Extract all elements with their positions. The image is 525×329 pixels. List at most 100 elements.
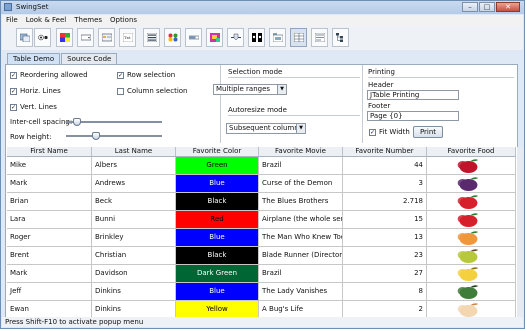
maximize-button[interactable]: □ [479,2,495,12]
text-demo-button[interactable] [311,28,328,47]
vert-lines-checkbox[interactable]: ✓ Vert. Lines [10,103,57,111]
column-header[interactable]: Favorite Color [176,147,259,156]
header-field[interactable]: JTable Printing [367,90,459,100]
favorite-food-cell[interactable] [427,229,516,246]
fit-width-checkbox[interactable]: ✓ Fit Width [369,128,410,136]
cell-color[interactable]: Blue [176,175,259,192]
table-row[interactable]: LaraBunniRedAirplane (the whole series)1… [7,211,516,229]
cell-last[interactable]: Bunni [92,211,176,228]
table-row[interactable]: Brian Beck Black The Blues Brothers 2.718 [7,193,516,211]
cell-last[interactable]: Dinkins [92,301,176,318]
reordering-checkbox[interactable]: ✓ Reordering allowed [10,71,88,79]
row-height-thumb[interactable] [92,132,100,140]
selection-mode-combo[interactable]: Multiple ranges ▼ [213,84,287,95]
cell-movie[interactable]: Blade Runner (Director's ... [259,247,343,264]
cell-first[interactable]: Jeff [7,283,92,300]
list-demo-button[interactable] [143,28,160,47]
cell-movie[interactable]: Brazil [259,265,343,282]
tabbed-pane-demo-button[interactable] [269,28,286,47]
cell-first[interactable]: Mark [7,175,92,192]
menu-themes[interactable]: Themes [70,15,106,26]
footer-field[interactable]: Page {0} [367,111,459,121]
cell-movie[interactable]: A Bug's Life [259,301,343,318]
table-scrollbar[interactable] [517,147,523,322]
table-row[interactable]: Brent Christian Black Blade Runner (Directo… [7,247,516,265]
cell-number[interactable]: 44 [343,157,427,174]
cell-number[interactable]: 2.718 [343,193,427,210]
color-chooser-demo-button[interactable] [56,28,73,47]
close-button[interactable]: ✕ [496,2,520,12]
cell-last[interactable]: Andrews [92,175,176,192]
cell-last[interactable]: Davidson [92,265,176,282]
cell-color[interactable]: Black [176,193,259,210]
horiz-lines-checkbox[interactable]: ✓ Horiz. Lines [10,87,61,95]
progress-bar-demo-button[interactable] [185,28,202,47]
favorite-food-cell[interactable] [427,157,516,174]
cell-number[interactable]: 15 [343,211,427,228]
cell-movie[interactable]: Brazil [259,157,343,174]
column-header[interactable]: Last Name [92,147,176,156]
favorite-food-cell[interactable] [427,283,516,300]
favorite-food-cell[interactable] [427,247,516,264]
column-header[interactable]: Favorite Number [343,147,427,156]
cell-number[interactable]: 13 [343,229,427,246]
row-height-slider[interactable] [66,132,162,140]
option-pane-demo-button[interactable] [164,28,181,47]
menu-file[interactable]: File [2,15,22,26]
cell-number[interactable]: 23 [343,247,427,264]
cell-movie[interactable]: Curse of the Demon [259,175,343,192]
cell-last[interactable]: Albers [92,157,176,174]
cell-first[interactable]: Roger [7,229,92,246]
intercell-spacing-slider[interactable] [66,118,162,126]
cell-movie[interactable]: Airplane (the whole series) [259,211,343,228]
cell-last[interactable]: Christian [92,247,176,264]
table-row[interactable]: Mark Davidson Dark Green Brazil 27 [7,265,516,283]
combobox-demo-button[interactable] [77,28,94,47]
table-row[interactable]: RogerBrinkleyBlueThe Man Who Knew Too M.… [7,229,516,247]
title-bar[interactable]: SwingSet – □ ✕ [1,1,524,14]
file-chooser-demo-button[interactable] [98,28,115,47]
cell-last[interactable]: Brinkley [92,229,176,246]
cell-last[interactable]: Beck [92,193,176,210]
intercell-spacing-thumb[interactable] [73,118,81,126]
cell-number[interactable]: 3 [343,175,427,192]
cell-first[interactable]: Ewan [7,301,92,318]
favorite-food-cell[interactable] [427,265,516,282]
cell-movie[interactable]: The Blues Brothers [259,193,343,210]
column-header[interactable]: Favorite Movie [259,147,343,156]
table-row[interactable]: Mark Andrews Blue Curse of the Demon 3 [7,175,516,193]
cell-first[interactable]: Mark [7,265,92,282]
cell-last[interactable]: Dinkins [92,283,176,300]
cell-color[interactable]: Black [176,247,259,264]
table-row[interactable]: Mike Albers Green Brazil 44 [7,157,516,175]
cell-color[interactable]: Blue [176,283,259,300]
cell-movie[interactable]: The Lady Vanishes [259,283,343,300]
buttons-demo-button[interactable] [34,28,51,47]
favorite-food-cell[interactable] [427,193,516,210]
cell-first[interactable]: Mike [7,157,92,174]
column-header[interactable]: Favorite Food [427,147,516,156]
column-selection-checkbox[interactable]: Column selection [117,87,188,95]
cell-color[interactable]: Blue [176,229,259,246]
html-demo-button[interactable]: Txt [119,28,136,47]
cell-first[interactable]: Brian [7,193,92,210]
cell-movie[interactable]: The Man Who Knew Too M... [259,229,343,246]
scroll-pane-demo-button[interactable] [206,28,223,47]
cell-number[interactable]: 2 [343,301,427,318]
cell-number[interactable]: 27 [343,265,427,282]
row-selection-checkbox[interactable]: ✓ Row selection [117,71,175,79]
menu-options[interactable]: Options [106,15,141,26]
cell-first[interactable]: Brent [7,247,92,264]
autoresize-mode-combo[interactable]: Subsequent columns ▼ [226,123,306,134]
tree-demo-button[interactable] [332,28,349,47]
cell-color[interactable]: Green [176,157,259,174]
menu-look-and-feel[interactable]: Look & Feel [22,15,71,26]
internal-frame-demo-button[interactable] [16,28,33,47]
slider-demo-button[interactable] [227,28,244,47]
split-pane-demo-button[interactable] [248,28,265,47]
cell-color[interactable]: Dark Green [176,265,259,282]
cell-first[interactable]: Lara [7,211,92,228]
print-button[interactable]: Print [413,126,443,138]
minimize-button[interactable]: – [462,2,478,12]
favorite-food-cell[interactable] [427,301,516,318]
